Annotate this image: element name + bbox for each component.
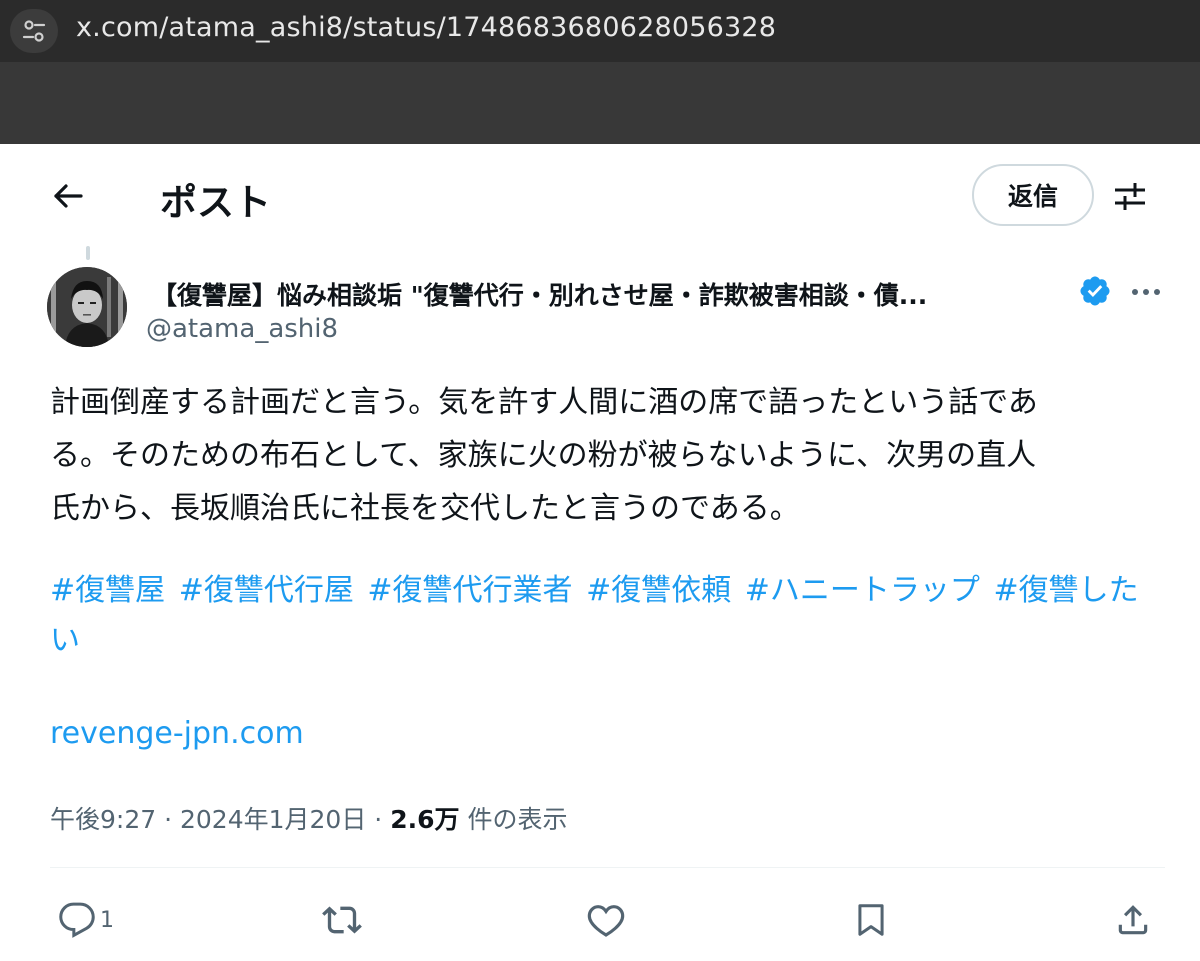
repost-button[interactable] [322, 892, 362, 948]
share-icon [1118, 905, 1148, 935]
post-page: ポスト 返信 【復讐屋】悩み相談垢 "復讐代行・別れさせ屋・詐欺被害相談・債..… [0, 144, 1200, 961]
site-info-button[interactable] [10, 9, 58, 53]
hashtag-link[interactable]: #復讐代行屋 [179, 573, 354, 608]
thread-connector [86, 246, 90, 260]
author-display-name[interactable]: 【復讐屋】悩み相談垢 "復讐代行・別れさせ屋・詐欺被害相談・債... [152, 276, 1062, 312]
tweet-time[interactable]: 午後9:27 [50, 805, 156, 834]
reply-action-button[interactable]: 1 [58, 892, 114, 948]
bookmark-icon [858, 904, 884, 936]
more-dots-icon [1132, 289, 1160, 295]
meta-separator: · [374, 805, 383, 834]
tweet-metadata: 午後9:27 · 2024年1月20日 · 2.6万 件の表示 [50, 800, 567, 836]
hashtag-list: #復讐屋 #復讐代行屋 #復讐代行業者 #復讐依頼 #ハニートラップ #復讐した… [50, 566, 1170, 666]
reply-button[interactable]: 返信 [972, 164, 1094, 226]
reply-filter-button[interactable] [1108, 174, 1152, 218]
tweet-line: 計画倒産する計画だと言う。気を許す人間に酒の席で語ったという話であ [50, 385, 1038, 420]
avatar[interactable] [47, 267, 127, 347]
author-handle[interactable]: @atama_ashi8 [146, 314, 338, 344]
external-link[interactable]: revenge-jpn.com [50, 716, 304, 751]
back-arrow-icon [54, 184, 83, 208]
bookmark-button[interactable] [852, 892, 890, 948]
browser-toolbar [0, 62, 1200, 144]
tweet-body: 計画倒産する計画だと言う。気を許す人間に酒の席で語ったという話であ る。そのため… [50, 376, 1170, 535]
reply-icon [59, 902, 95, 938]
share-button[interactable] [1114, 892, 1152, 948]
tweet-line: 氏から、長坂順治氏に社長を交代したと言うのである。 [50, 491, 800, 526]
back-button[interactable] [44, 172, 92, 220]
browser-address-bar: x.com/atama_ashi8/status/174868368062805… [0, 0, 1200, 62]
sliders-icon [1115, 183, 1145, 210]
like-button[interactable] [586, 892, 626, 948]
repost-icon [322, 906, 362, 934]
tweet-date[interactable]: 2024年1月20日 [180, 805, 366, 834]
hashtag-link[interactable]: #復讐代行業者 [367, 573, 572, 608]
tweet-line: る。そのための布石として、家族に火の粉が被らないように、次男の直人 [50, 438, 1037, 473]
profile-photo-icon [47, 267, 127, 347]
site-settings-icon [22, 20, 46, 42]
views-label: 件の表示 [467, 805, 568, 834]
divider [50, 867, 1165, 868]
meta-separator: · [164, 805, 173, 834]
verified-badge-icon[interactable] [1078, 274, 1112, 308]
heart-icon [587, 905, 625, 937]
action-bar: 1 [0, 892, 1200, 948]
url-field[interactable]: x.com/atama_ashi8/status/174868368062805… [76, 12, 776, 43]
views-count: 2.6万 [390, 805, 460, 834]
reply-count: 1 [100, 907, 114, 933]
more-options-button[interactable] [1126, 272, 1166, 312]
hashtag-link[interactable]: #ハニートラップ [745, 573, 980, 608]
page-title: ポスト [160, 181, 271, 224]
hashtag-link[interactable]: #復讐屋 [50, 573, 165, 608]
hashtag-link[interactable]: #復讐依頼 [586, 573, 731, 608]
